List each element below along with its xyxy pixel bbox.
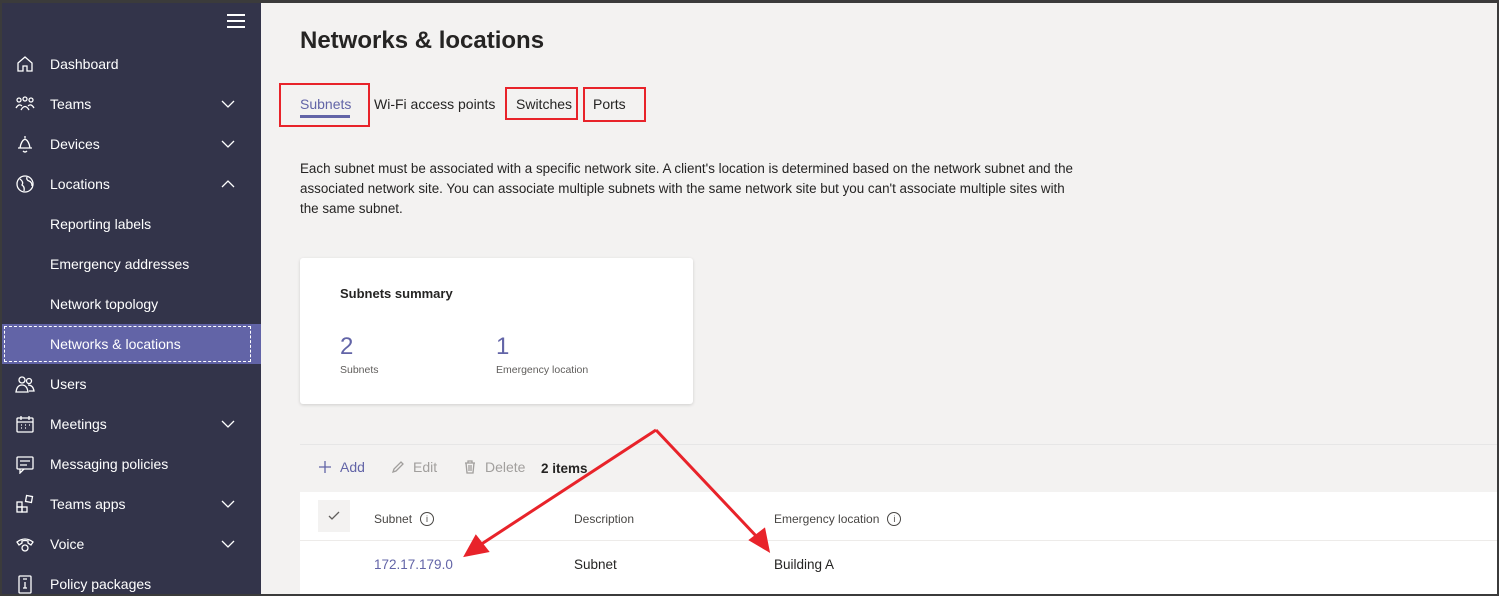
calendar-icon — [14, 413, 36, 435]
globe-icon — [14, 173, 36, 195]
pencil-icon — [391, 461, 404, 474]
main-content: Networks & locations Subnets Wi-Fi acces… — [261, 0, 1499, 596]
column-header-label: Emergency location — [774, 512, 880, 526]
sidebar-item-label: Teams — [50, 96, 92, 112]
column-header-emergency-location[interactable]: Emergency location i — [774, 512, 902, 526]
message-icon — [14, 453, 36, 475]
trash-icon — [465, 460, 475, 474]
card-title: Subnets summary — [340, 286, 453, 301]
annotation-box-subnets — [279, 83, 370, 127]
chevron-down-icon[interactable] — [220, 496, 236, 512]
tab-wifi-access-points[interactable]: Wi-Fi access points — [374, 96, 495, 112]
sidebar-item-label: Devices — [50, 136, 100, 152]
sidebar-item-label: Emergency addresses — [50, 256, 190, 272]
description-cell: Subnet — [574, 557, 617, 572]
sidebar-item-devices[interactable]: Devices — [0, 124, 261, 164]
teams-icon — [14, 93, 36, 115]
page-title: Networks & locations — [300, 27, 545, 54]
home-icon — [14, 53, 36, 75]
sidebar-item-emergency-addresses[interactable]: Emergency addresses — [0, 244, 261, 284]
sidebar-item-label: Meetings — [50, 416, 107, 432]
sidebar-item-messaging-policies[interactable]: Messaging policies — [0, 444, 261, 484]
edit-button[interactable]: Edit — [391, 459, 437, 475]
subnets-summary-card: Subnets summary 2 Subnets 1 Emergency lo… — [300, 258, 693, 404]
sidebar-item-label: Voice — [50, 536, 85, 552]
sidebar-item-meetings[interactable]: Meetings — [0, 404, 261, 444]
subnets-table: Subnet i Description Emergency location … — [300, 492, 1499, 596]
sidebar-item-label: Network topology — [50, 296, 159, 312]
column-header-subnet[interactable]: Subnet i — [374, 512, 435, 526]
divider — [300, 540, 1499, 541]
plus-icon — [319, 461, 331, 473]
check-icon — [328, 511, 340, 520]
sidebar-item-label: Networks & locations — [50, 336, 181, 352]
chevron-down-icon[interactable] — [220, 536, 236, 552]
table-toolbar: Add Edit Delete 2 items — [300, 444, 1499, 492]
sidebar-item-teams[interactable]: Teams — [0, 84, 261, 124]
sidebar: Dashboard Teams Devices Locations Report… — [0, 0, 261, 596]
info-icon[interactable]: i — [887, 512, 902, 526]
sidebar-item-label: Messaging policies — [50, 456, 169, 472]
emergency-location-label: Emergency location — [496, 364, 589, 376]
subnets-count: 2 — [340, 333, 354, 360]
sidebar-item-reporting-labels[interactable]: Reporting labels — [0, 204, 261, 244]
delete-label: Delete — [485, 459, 526, 475]
chevron-down-icon[interactable] — [220, 136, 236, 152]
package-icon — [14, 573, 36, 595]
sidebar-item-networks-locations[interactable]: Networks & locations — [0, 324, 261, 364]
phone-icon — [14, 533, 36, 555]
sidebar-item-label: Users — [50, 376, 87, 392]
sidebar-item-locations[interactable]: Locations — [0, 164, 261, 204]
emergency-location-cell: Building A — [774, 557, 835, 572]
sidebar-item-label: Dashboard — [50, 56, 119, 72]
column-header-label: Description — [574, 512, 635, 526]
info-icon[interactable]: i — [420, 512, 435, 526]
annotation-box-switches — [505, 87, 578, 120]
sidebar-item-network-topology[interactable]: Network topology — [0, 284, 261, 324]
subnets-count-label: Subnets — [340, 364, 379, 376]
chevron-up-icon[interactable] — [220, 176, 236, 192]
delete-button[interactable]: Delete — [463, 459, 525, 475]
select-all-checkbox[interactable] — [318, 500, 350, 532]
sidebar-item-users[interactable]: Users — [0, 364, 261, 404]
users-icon — [14, 373, 36, 395]
column-header-description[interactable]: Description — [574, 512, 634, 526]
emergency-location-count: 1 — [496, 333, 510, 360]
add-label: Add — [340, 459, 365, 475]
chevron-down-icon[interactable] — [220, 416, 236, 432]
sidebar-item-teams-apps[interactable]: Teams apps — [0, 484, 261, 524]
sidebar-item-label: Policy packages — [50, 576, 152, 592]
page-description: Each subnet must be associated with a sp… — [300, 161, 1073, 216]
edit-label: Edit — [413, 459, 438, 475]
add-button[interactable]: Add — [318, 459, 365, 475]
column-header-label: Subnet — [374, 512, 413, 526]
sidebar-item-label: Reporting labels — [50, 216, 152, 232]
sidebar-item-label: Locations — [50, 176, 110, 192]
hamburger-icon[interactable] — [227, 14, 245, 30]
annotation-box-ports — [583, 87, 646, 122]
subnet-link[interactable]: 172.17.179.0 — [374, 557, 453, 572]
bell-icon — [14, 133, 36, 155]
sidebar-item-dashboard[interactable]: Dashboard — [0, 44, 261, 84]
apps-icon — [14, 493, 36, 515]
chevron-down-icon[interactable] — [220, 96, 236, 112]
sidebar-item-policy-packages[interactable]: Policy packages — [0, 564, 261, 596]
items-count: 2 items — [541, 461, 588, 476]
sidebar-item-label: Teams apps — [50, 496, 126, 512]
sidebar-item-voice[interactable]: Voice — [0, 524, 261, 564]
